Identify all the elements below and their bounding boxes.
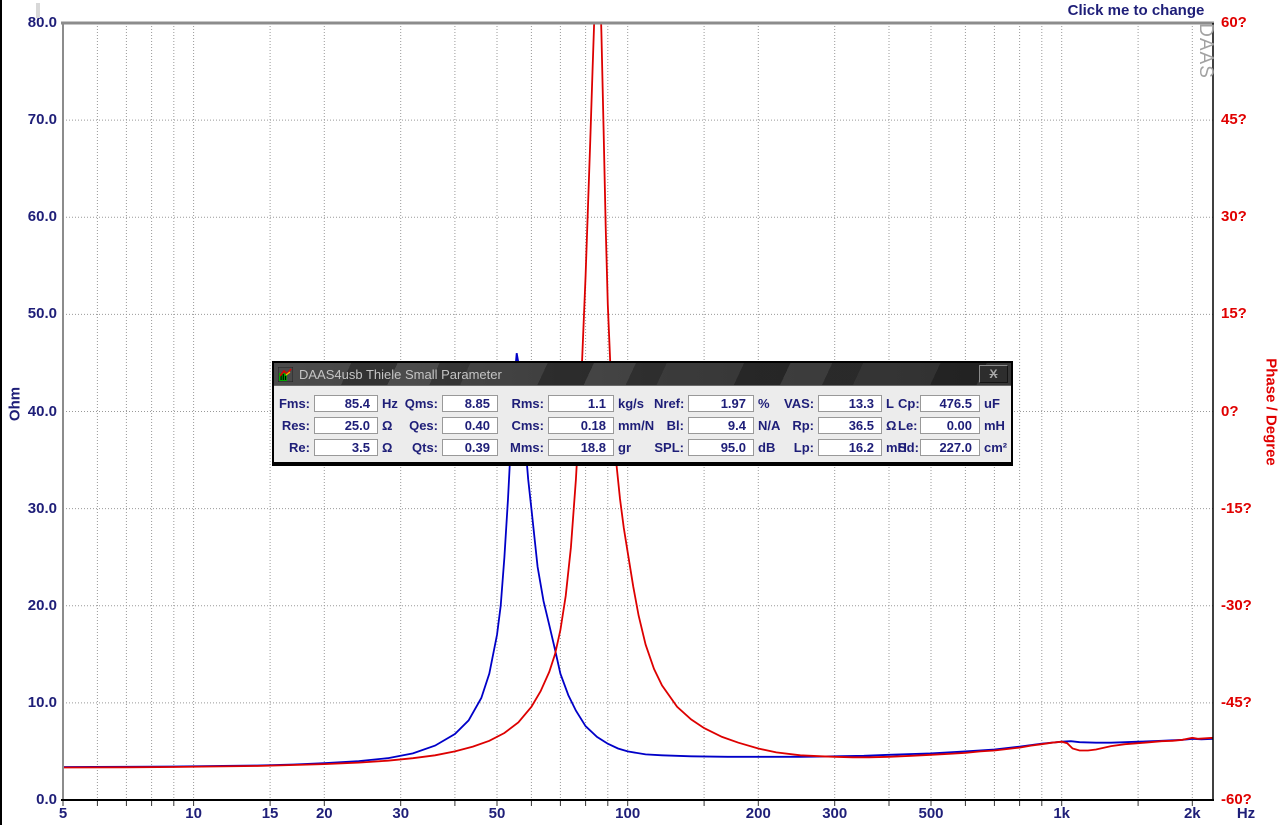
tsp-field-label: Fms:: [278, 396, 314, 411]
tsp-field-label: Re:: [278, 440, 314, 455]
tsp-field-unit: dB: [754, 440, 784, 455]
tsp-field-unit: Hz: [378, 396, 404, 411]
tsp-field-value[interactable]: 0.39: [442, 439, 498, 456]
tsp-field-value[interactable]: 36.5: [818, 417, 882, 434]
tsp-field-value[interactable]: 1.1: [548, 395, 614, 412]
dialog-app-icon: [278, 367, 293, 382]
tsp-field-label: Qts:: [404, 440, 442, 455]
tsp-dialog-body: Fms:85.4HzQms:8.85 Rms:1.1kg/sNref:1.97%V…: [274, 386, 1011, 462]
tsp-field-label: Rp:: [784, 418, 818, 433]
tsp-field-label: Cms:: [508, 418, 548, 433]
tsp-field-label: Lp:: [784, 440, 818, 455]
tsp-field-value[interactable]: 13.3: [818, 395, 882, 412]
tsp-field-value[interactable]: 0.00: [920, 417, 980, 434]
tsp-field-unit: kg/s: [614, 396, 654, 411]
tsp-field-unit: uF: [980, 396, 1006, 411]
click-me-note[interactable]: Click me to change: [1056, 2, 1216, 19]
tsp-field-label: Bl:: [654, 418, 688, 433]
tsp-field-value[interactable]: 476.5: [920, 395, 980, 412]
tsp-field-value[interactable]: 9.4: [688, 417, 754, 434]
tsp-field-unit: mH: [980, 418, 1006, 433]
tsp-field-label: Mms:: [508, 440, 548, 455]
tsp-field-unit: mH: [882, 440, 898, 455]
tsp-field-value[interactable]: 8.85: [442, 395, 498, 412]
tsp-field-value[interactable]: 85.4: [314, 395, 378, 412]
tsp-field-unit: gr: [614, 440, 654, 455]
tsp-field-label: Qes:: [404, 418, 442, 433]
close-button[interactable]: X: [979, 365, 1008, 383]
app-window: Click me to change Ohm Phase / Degree DA…: [0, 0, 1284, 825]
tsp-field-label: Nref:: [654, 396, 688, 411]
tsp-field-value[interactable]: 95.0: [688, 439, 754, 456]
tsp-field-unit: Ω: [378, 418, 404, 433]
tsp-field-label: SPL:: [654, 440, 688, 455]
tsp-field-unit: Ω: [378, 440, 404, 455]
tsp-field-value[interactable]: 0.40: [442, 417, 498, 434]
tsp-field-label: Res:: [278, 418, 314, 433]
tsp-field-unit: N/A: [754, 418, 784, 433]
tsp-field-value[interactable]: 25.0: [314, 417, 378, 434]
tsp-field-unit: Ω: [882, 418, 898, 433]
close-icon: X: [989, 367, 997, 381]
window-left-edge: [0, 0, 2, 825]
tsp-field-label: Rms:: [508, 396, 548, 411]
tsp-field-label: Le:: [898, 418, 920, 433]
tsp-field-label: Qms:: [404, 396, 442, 411]
tsp-dialog-title: DAAS4usb Thiele Small Parameter: [299, 367, 979, 382]
top-left-tick: [36, 3, 40, 18]
tsp-field-label: Cp:: [898, 396, 920, 411]
tsp-field-unit: L: [882, 396, 898, 411]
tsp-field-unit: %: [754, 396, 784, 411]
tsp-dialog: DAAS4usb Thiele Small Parameter X Fms:85…: [272, 361, 1013, 466]
tsp-field-label: Sd:: [898, 440, 920, 455]
tsp-field-unit: mm/N: [614, 418, 654, 433]
tsp-field-value[interactable]: 3.5: [314, 439, 378, 456]
tsp-field-value[interactable]: 1.97: [688, 395, 754, 412]
tsp-field-value[interactable]: 0.18: [548, 417, 614, 434]
tsp-field-value[interactable]: 18.8: [548, 439, 614, 456]
tsp-field-value[interactable]: 16.2: [818, 439, 882, 456]
tsp-field-value[interactable]: 227.0: [920, 439, 980, 456]
tsp-dialog-titlebar[interactable]: DAAS4usb Thiele Small Parameter X: [274, 363, 1011, 386]
tsp-field-label: VAS:: [784, 396, 818, 411]
tsp-field-unit: cm²: [980, 440, 1006, 455]
